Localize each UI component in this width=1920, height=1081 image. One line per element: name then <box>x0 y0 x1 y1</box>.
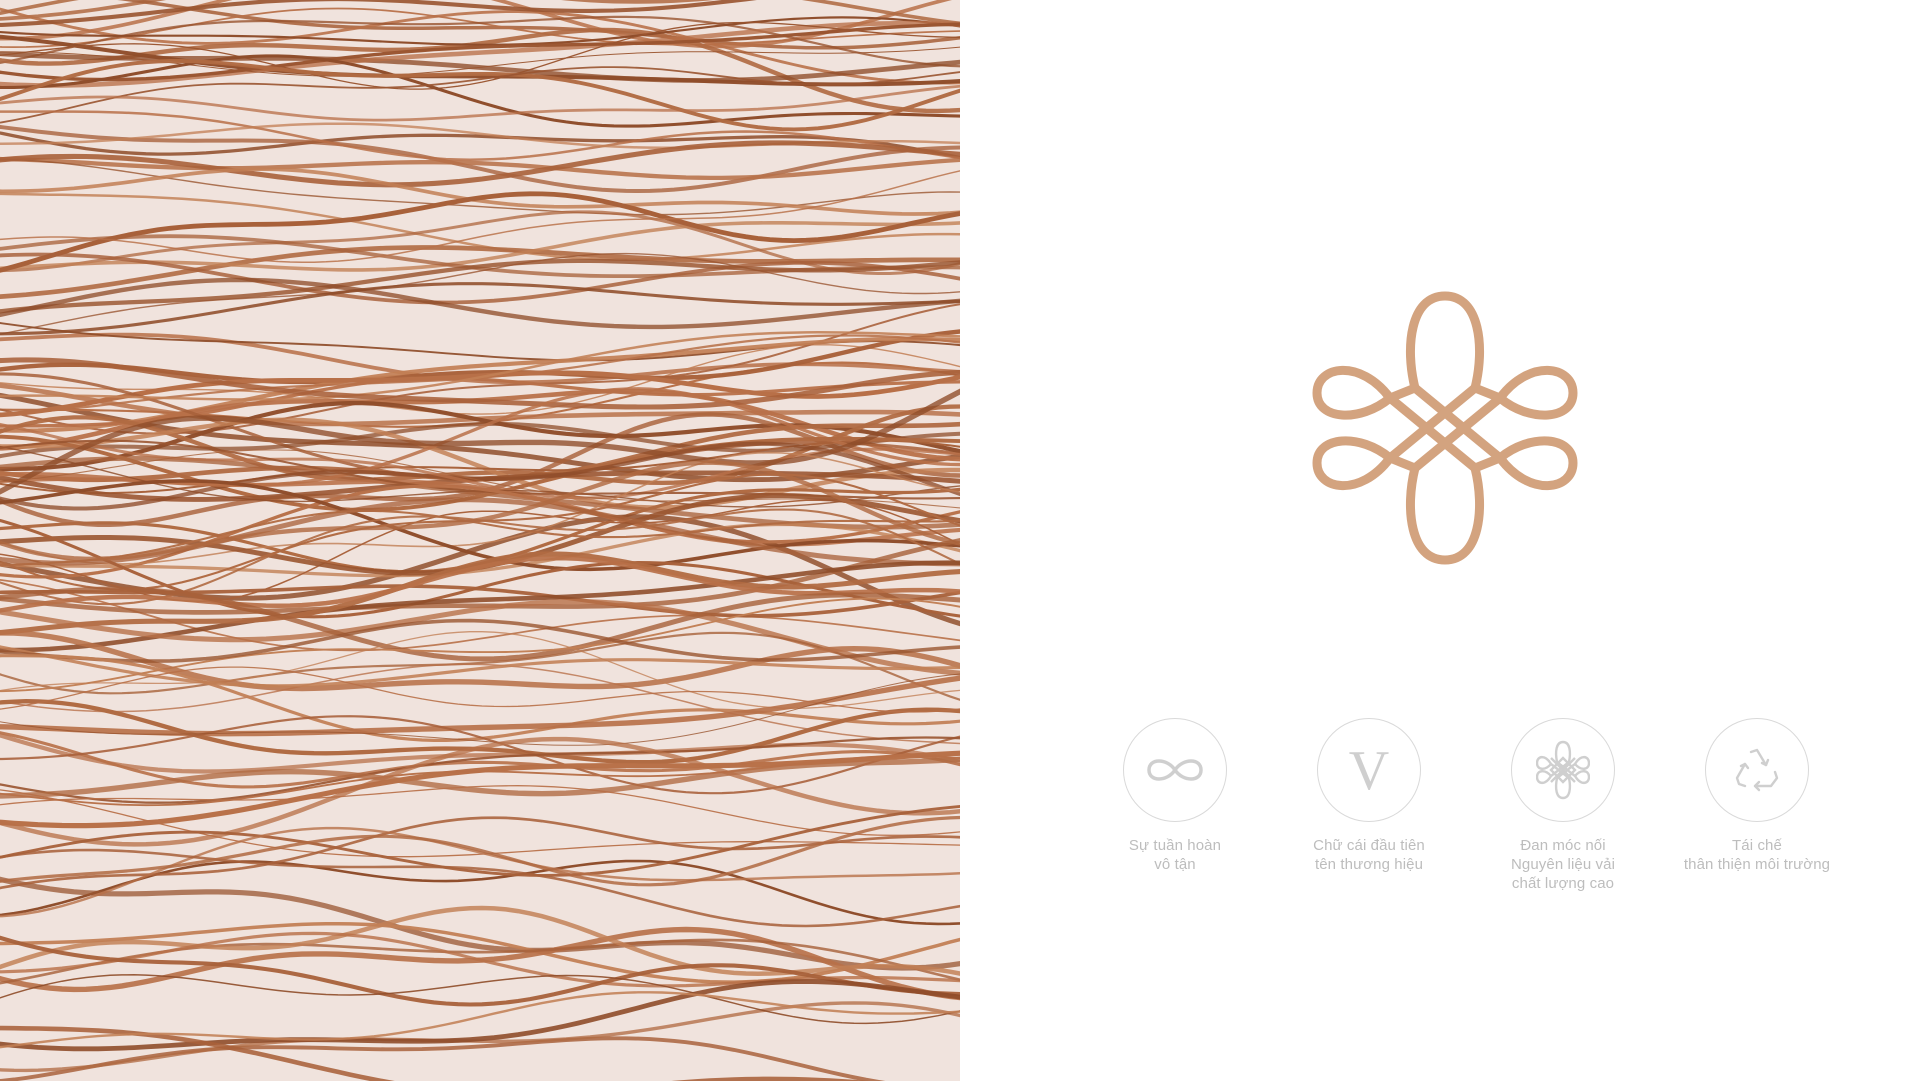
letter-v-glyph: V <box>1348 740 1390 802</box>
feature-caption: Đan móc nối Nguyên liệu vải chất lượng c… <box>1510 837 1616 892</box>
fiber-strand <box>0 848 960 928</box>
fiber-strand <box>0 804 960 877</box>
letter-v-icon: V <box>1317 718 1421 822</box>
feature-knot: Đan móc nối Nguyên liệu vải chất lượng c… <box>1463 718 1663 893</box>
flowing-fibers-image <box>0 0 960 1081</box>
fiber-strand <box>0 1025 871 1081</box>
fiber-strand <box>0 905 960 976</box>
endless-knot-icon <box>1511 718 1615 822</box>
infinity-icon <box>1123 718 1227 822</box>
feature-caption: Sự tuần hoàn vô tận <box>1128 837 1222 873</box>
fiber-strand <box>0 979 960 1052</box>
feature-letter-v: V Chữ cái đầu tiên tên thương hiệu <box>1269 718 1469 874</box>
feature-caption: Chữ cái đầu tiên tên thương hiệu <box>1313 837 1425 873</box>
feature-caption: Tái chế thân thiện môi trường <box>1683 837 1831 873</box>
fibers-artwork <box>0 0 960 1081</box>
fiber-strand <box>0 618 960 663</box>
fiber-strand <box>0 412 960 527</box>
feature-recycle: Tái chế thân thiện môi trường <box>1657 718 1857 874</box>
feature-icons-row: Sự tuần hoàn vô tận V Chữ cái đầu tiên t… <box>1075 718 1871 918</box>
recycle-icon <box>1705 718 1809 822</box>
knot-logo-icon <box>1310 288 1580 568</box>
feature-infinity: Sự tuần hoàn vô tận <box>1075 718 1275 874</box>
